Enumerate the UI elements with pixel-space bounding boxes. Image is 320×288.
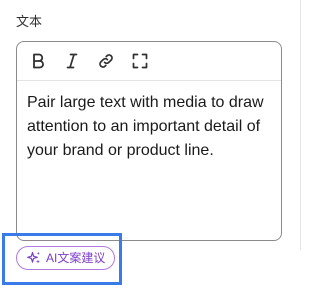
link-button[interactable]: [94, 49, 118, 73]
editor-content[interactable]: Pair large text with media to draw atten…: [17, 81, 281, 163]
italic-icon: [62, 51, 82, 71]
link-icon: [96, 51, 116, 71]
expand-icon: [130, 51, 150, 71]
panel-divider: [300, 0, 301, 250]
ai-suggest-label: AI文案建议: [46, 251, 106, 265]
sparkle-icon: [26, 250, 42, 266]
italic-button[interactable]: [60, 49, 84, 73]
bold-button[interactable]: [26, 49, 50, 73]
ai-suggest-button[interactable]: AI文案建议: [16, 246, 116, 270]
rich-text-editor: Pair large text with media to draw atten…: [16, 41, 282, 241]
text-field-panel: 文本 Pair large text with media to draw at…: [0, 0, 302, 288]
expand-button[interactable]: [128, 49, 152, 73]
bold-icon: [28, 51, 48, 71]
editor-toolbar: [17, 42, 281, 81]
field-label: 文本: [16, 14, 43, 29]
